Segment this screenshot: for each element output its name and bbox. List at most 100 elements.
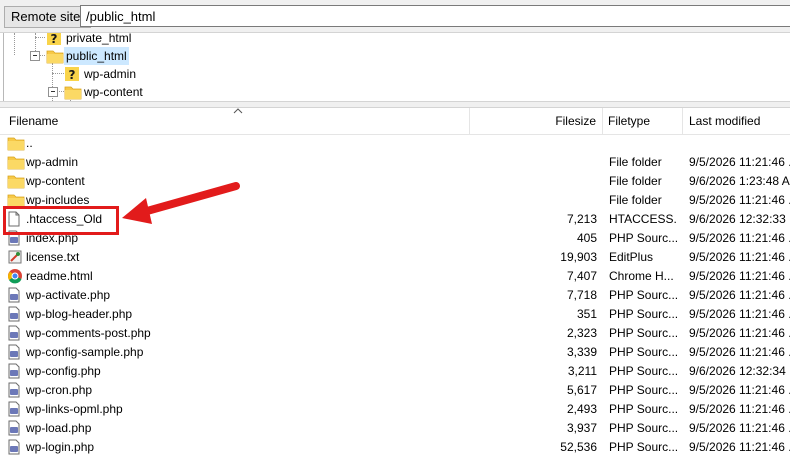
- file-type: PHP Sourc...: [609, 288, 677, 302]
- file-size: 7,718: [566, 288, 597, 302]
- file-row[interactable]: wp-load.php 3,937 PHP Sourc... 9/5/2026 11:…: [0, 419, 790, 438]
- file-type: [609, 134, 677, 153]
- file-size: 5,617: [566, 383, 597, 397]
- file-row[interactable]: readme.html 7,407 Chrome H... 9/5/2026 11:2…: [0, 267, 790, 286]
- file-modified: 9/5/2026 11:21:46 ...: [689, 269, 790, 283]
- file-size: [470, 191, 597, 210]
- remote-file-list[interactable]: Filename Filesize Filetype Last modified…: [0, 108, 790, 457]
- file-modified: 9/5/2026 11:21:46 ...: [689, 440, 790, 454]
- file-size: 405: [576, 231, 597, 245]
- file-modified: 9/5/2026 11:21:46 ...: [689, 288, 790, 302]
- file-name: wp-load.php: [26, 421, 92, 435]
- file-modified: [689, 134, 790, 153]
- file-modified: 9/5/2026 11:21:46 ...: [689, 250, 790, 264]
- php-file-icon: [7, 382, 21, 401]
- folder-icon: [7, 173, 25, 192]
- collapse-wp-content-toggle[interactable]: [48, 87, 58, 97]
- file-list-header: Filename Filesize Filetype Last modified: [0, 108, 790, 135]
- file-size: [470, 153, 597, 172]
- file-size: 2,493: [566, 402, 597, 416]
- file-size: 3,339: [566, 345, 597, 359]
- php-file-icon: [7, 306, 21, 325]
- folder-icon: [7, 154, 25, 173]
- file-row[interactable]: wp-admin File folder 9/5/2026 11:21:46 ...: [0, 153, 790, 172]
- file-type: File folder: [609, 155, 662, 169]
- tree-connector: [35, 37, 45, 38]
- file-type: PHP Sourc...: [609, 364, 677, 378]
- file-row[interactable]: wp-blog-header.php 351 PHP Sourc... 9/5/202…: [0, 305, 790, 324]
- file-type: PHP Sourc...: [609, 402, 677, 416]
- column-header-filetype[interactable]: Filetype: [603, 108, 683, 134]
- column-header-filesize[interactable]: Filesize: [470, 108, 603, 134]
- collapse-public-html-toggle[interactable]: [30, 51, 40, 61]
- file-name: ..: [26, 136, 33, 150]
- chrome-html-icon: [7, 268, 23, 287]
- column-header-last-modified[interactable]: Last modified: [683, 108, 790, 134]
- remote-directory-tree[interactable]: ? private_html public_html ? wp-admin wp…: [0, 33, 790, 101]
- tree-item-label: public_html: [64, 47, 129, 65]
- folder-icon: [46, 48, 64, 69]
- php-file-icon: [7, 344, 21, 363]
- file-size: 7,407: [566, 269, 597, 283]
- remote-site-label: Remote site:: [4, 6, 91, 28]
- file-row[interactable]: license.txt 19,903 EditPlus 9/5/2026 11:21:…: [0, 248, 790, 267]
- file-modified: 9/6/2026 12:32:33 ...: [689, 212, 790, 226]
- file-row[interactable]: wp-links-opml.php 2,493 PHP Sourc... 9/5/20…: [0, 400, 790, 419]
- file-modified: 9/5/2026 11:21:46 ...: [689, 383, 790, 397]
- remote-site-bar: Remote site: /public_html: [0, 0, 790, 33]
- file-name: wp-activate.php: [26, 288, 111, 302]
- remote-path-input[interactable]: /public_html: [80, 5, 790, 27]
- file-row[interactable]: ..: [0, 134, 790, 153]
- file-row[interactable]: wp-cron.php 5,617 PHP Sourc... 9/5/2026 11:…: [0, 381, 790, 400]
- file-name: wp-login.php: [26, 440, 95, 454]
- file-type: PHP Sourc...: [609, 307, 677, 321]
- file-size: 351: [576, 307, 597, 321]
- tree-item-label: private_html: [66, 33, 132, 45]
- file-name: wp-links-opml.php: [26, 402, 123, 416]
- tree-connector: [14, 33, 15, 55]
- file-modified: 9/5/2026 11:21:46 ...: [689, 231, 790, 245]
- file-row[interactable]: wp-config.php 3,211 PHP Sourc... 9/6/2026 1…: [0, 362, 790, 381]
- file-size: 3,937: [566, 421, 597, 435]
- file-size: [470, 172, 597, 191]
- file-row[interactable]: wp-login.php 52,536 PHP Sourc... 9/5/2026 1…: [0, 438, 790, 457]
- annotation-highlight-box: [3, 206, 119, 235]
- file-modified: 9/6/2026 1:23:48 A...: [689, 174, 790, 188]
- file-modified: 9/5/2026 11:21:46 ...: [689, 326, 790, 340]
- file-modified: 9/5/2026 11:21:46 ...: [689, 193, 790, 207]
- tree-item-label: wp-admin: [84, 67, 137, 81]
- file-type: PHP Sourc...: [609, 440, 677, 454]
- file-type: PHP Sourc...: [609, 421, 677, 435]
- folder-icon: [7, 135, 25, 154]
- file-size: 52,536: [560, 440, 597, 454]
- tree-border: [3, 33, 4, 101]
- php-file-icon: [7, 287, 21, 306]
- file-type: PHP Sourc...: [609, 231, 677, 245]
- file-type: EditPlus: [609, 250, 654, 264]
- file-name: wp-config.php: [26, 364, 101, 378]
- editplus-file-icon: [7, 249, 23, 268]
- file-size: [470, 134, 597, 153]
- file-type: PHP Sourc...: [609, 326, 677, 340]
- tree-connector: [57, 91, 64, 92]
- svg-text:?: ?: [69, 68, 76, 82]
- file-row[interactable]: wp-comments-post.php 2,323 PHP Sourc... 9/5…: [0, 324, 790, 343]
- file-name: wp-content: [26, 174, 85, 188]
- php-file-icon: [7, 325, 21, 344]
- pane-splitter[interactable]: [0, 101, 790, 108]
- annotation-arrow-icon: [122, 182, 240, 224]
- tree-connector: [52, 73, 64, 74]
- file-type: File folder: [609, 174, 662, 188]
- file-name: wp-cron.php: [26, 383, 93, 397]
- file-modified: 9/5/2026 11:21:46 ...: [689, 345, 790, 359]
- php-file-icon: [7, 363, 21, 382]
- file-type: PHP Sourc...: [609, 383, 677, 397]
- tree-item-label: wp-content: [84, 85, 143, 99]
- php-file-icon: [7, 439, 21, 457]
- file-name: license.txt: [26, 250, 80, 264]
- php-file-icon: [7, 420, 21, 439]
- file-row[interactable]: wp-config-sample.php 3,339 PHP Sourc... 9/5…: [0, 343, 790, 362]
- file-modified: 9/5/2026 11:21:46 ...: [689, 421, 790, 435]
- folder-icon: [64, 84, 82, 101]
- file-row[interactable]: wp-activate.php 7,718 PHP Sourc... 9/5/2026…: [0, 286, 790, 305]
